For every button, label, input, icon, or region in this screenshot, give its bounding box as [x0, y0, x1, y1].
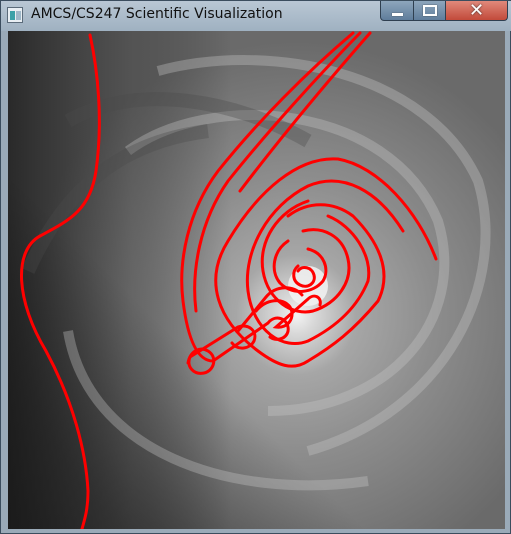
visualization-canvas[interactable]	[8, 31, 505, 529]
close-button[interactable]: ✕	[445, 0, 508, 21]
minimize-button[interactable]	[380, 1, 414, 21]
window-title: AMCS/CS247 Scientific Visualization	[31, 6, 283, 22]
app-window-icon[interactable]	[7, 7, 23, 23]
app-window: AMCS/CS247 Scientific Visualization ✕	[0, 0, 511, 534]
maximize-icon	[422, 5, 437, 16]
streamline-visualization	[8, 31, 505, 529]
minimize-icon	[391, 12, 403, 16]
maximize-button[interactable]	[413, 1, 446, 21]
close-icon: ✕	[468, 0, 485, 21]
